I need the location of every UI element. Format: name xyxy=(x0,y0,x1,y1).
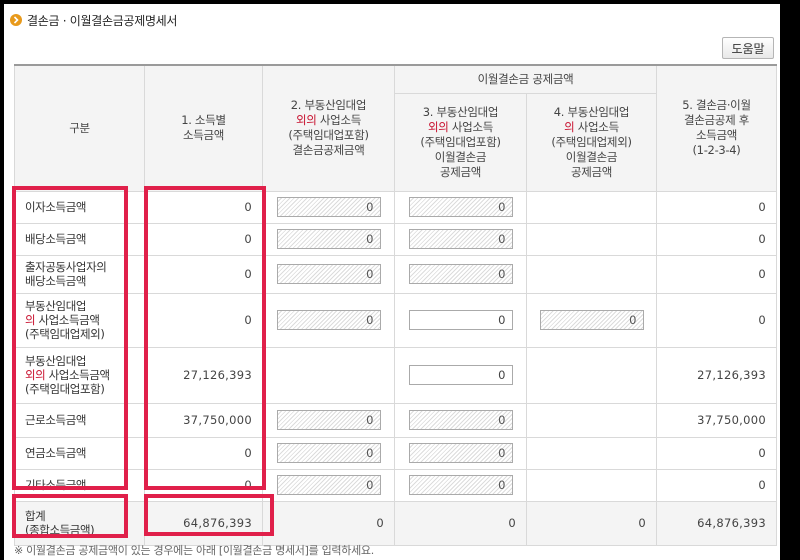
total-carryover-deduction: 0 xyxy=(394,500,527,546)
carryover-deduction-field: 0 xyxy=(408,410,513,430)
chevron-right-icon xyxy=(10,14,22,26)
carryover-deduction-field: 0 xyxy=(408,229,513,249)
carryover-deduction-input[interactable]: 0 xyxy=(408,365,513,385)
help-button[interactable]: 도움말 xyxy=(722,37,774,59)
net-income-amount: 0 xyxy=(656,222,777,256)
deficit-deduction-field: 0 xyxy=(276,475,381,495)
header-col3: 3. 부동산임대업 외의 사업소득 (주택임대업포함) 이월결손금 공제금액 xyxy=(394,92,527,192)
net-income-amount: 0 xyxy=(656,436,777,470)
header-col4: 4. 부동산임대업 의 사업소득 (주택임대업제외) 이월결손금 공제금액 xyxy=(526,92,657,192)
total-rental-carryover: 0 xyxy=(526,500,657,546)
row-label: 부동산임대업 외의 사업소득금액 (주택임대업포함) xyxy=(14,346,145,404)
header-carryover-group: 이월결손금 공제금액 xyxy=(394,64,657,94)
table-row: 이자소득금액 0 0 0 0 xyxy=(14,190,777,224)
row-label: 기타소득금액 xyxy=(14,468,145,502)
income-amount: 0 xyxy=(144,436,263,470)
carryover-deduction-field: 0 xyxy=(408,475,513,495)
empty-cell xyxy=(526,436,657,470)
header-col5: 5. 결손금·이월 결손금공제 후 소득금액 (1-2-3-4) xyxy=(656,64,777,192)
header-category: 구분 xyxy=(14,64,145,192)
net-income-amount: 0 xyxy=(656,292,777,348)
deficit-deduction-field: 0 xyxy=(276,443,381,463)
table-row: 근로소득금액 37,750,000 0 0 37,750,000 xyxy=(14,402,777,438)
net-income-amount: 0 xyxy=(656,468,777,502)
total-net-income: 64,876,393 xyxy=(656,500,777,546)
table-row: 배당소득금액 0 0 0 0 xyxy=(14,222,777,256)
carryover-deduction-field: 0 xyxy=(408,197,513,217)
row-label: 근로소득금액 xyxy=(14,402,145,438)
rental-carryover-field: 0 xyxy=(539,310,644,330)
net-income-amount: 27,126,393 xyxy=(656,346,777,404)
row-label: 이자소득금액 xyxy=(14,190,145,224)
deficit-deduction-field: 0 xyxy=(276,310,381,330)
income-amount: 0 xyxy=(144,254,263,294)
empty-cell xyxy=(262,346,395,404)
empty-cell xyxy=(526,468,657,502)
total-label: 합계 (종합소득금액) xyxy=(14,500,145,546)
income-amount: 37,750,000 xyxy=(144,402,263,438)
empty-cell xyxy=(526,254,657,294)
table-row: 출자공동사업자의 배당소득금액 0 0 0 0 xyxy=(14,254,777,294)
income-amount: 27,126,393 xyxy=(144,346,263,404)
row-label: 연금소득금액 xyxy=(14,436,145,470)
footnote: ※ 이월결손금 공제금액이 있는 경우에는 아래 [이월결손금 명세서]를 입력… xyxy=(14,544,374,557)
deficit-deduction-field: 0 xyxy=(276,229,381,249)
carryover-deduction-field: 0 xyxy=(408,443,513,463)
row-label: 출자공동사업자의 배당소득금액 xyxy=(14,254,145,294)
header-col2: 2. 부동산임대업 외의 사업소득 (주택임대업포함) 결손금공제금액 xyxy=(262,64,395,192)
header-col1: 1. 소득별 소득금액 xyxy=(144,64,263,192)
deficit-deduction-field: 0 xyxy=(276,197,381,217)
empty-cell xyxy=(526,402,657,438)
income-amount: 0 xyxy=(144,222,263,256)
table-row: 부동산임대업 의 사업소득금액 (주택임대업제외) 0 0 0 0 0 xyxy=(14,292,777,348)
total-row: 합계 (종합소득금액) 64,876,393 0 0 0 64,876,393 xyxy=(14,500,777,546)
income-amount: 0 xyxy=(144,190,263,224)
table-row: 연금소득금액 0 0 0 0 xyxy=(14,436,777,470)
income-amount: 0 xyxy=(144,292,263,348)
table-row: 기타소득금액 0 0 0 0 xyxy=(14,468,777,502)
empty-cell xyxy=(526,346,657,404)
net-income-amount: 0 xyxy=(656,190,777,224)
deficit-table: 구분 1. 소득별 소득금액 2. 부동산임대업 외의 사업소득 (주택임대업포함) 결… xyxy=(14,64,777,546)
total-income-amount: 64,876,393 xyxy=(144,500,263,546)
carryover-deduction-input[interactable]: 0 xyxy=(408,310,513,330)
deficit-deduction-field: 0 xyxy=(276,264,381,284)
deficit-deduction-field: 0 xyxy=(276,410,381,430)
income-amount: 0 xyxy=(144,468,263,502)
row-label: 배당소득금액 xyxy=(14,222,145,256)
carryover-deduction-field: 0 xyxy=(408,264,513,284)
net-income-amount: 37,750,000 xyxy=(656,402,777,438)
empty-cell xyxy=(526,222,657,256)
empty-cell xyxy=(526,190,657,224)
row-label: 부동산임대업 의 사업소득금액 (주택임대업제외) xyxy=(14,292,145,348)
net-income-amount: 0 xyxy=(656,254,777,294)
section-title: 결손금 · 이월결손금공제명세서 xyxy=(27,13,178,28)
table-row: 부동산임대업 외의 사업소득금액 (주택임대업포함) 27,126,393 0 27… xyxy=(14,346,777,404)
section-title-row: 결손금 · 이월결손금공제명세서 xyxy=(10,11,177,29)
deficit-deduction-panel: 결손금 · 이월결손금공제명세서 도움말 구분 1. 소득별 소득금액 2. 부동… xyxy=(4,4,780,560)
total-deficit-deduction: 0 xyxy=(262,500,395,546)
